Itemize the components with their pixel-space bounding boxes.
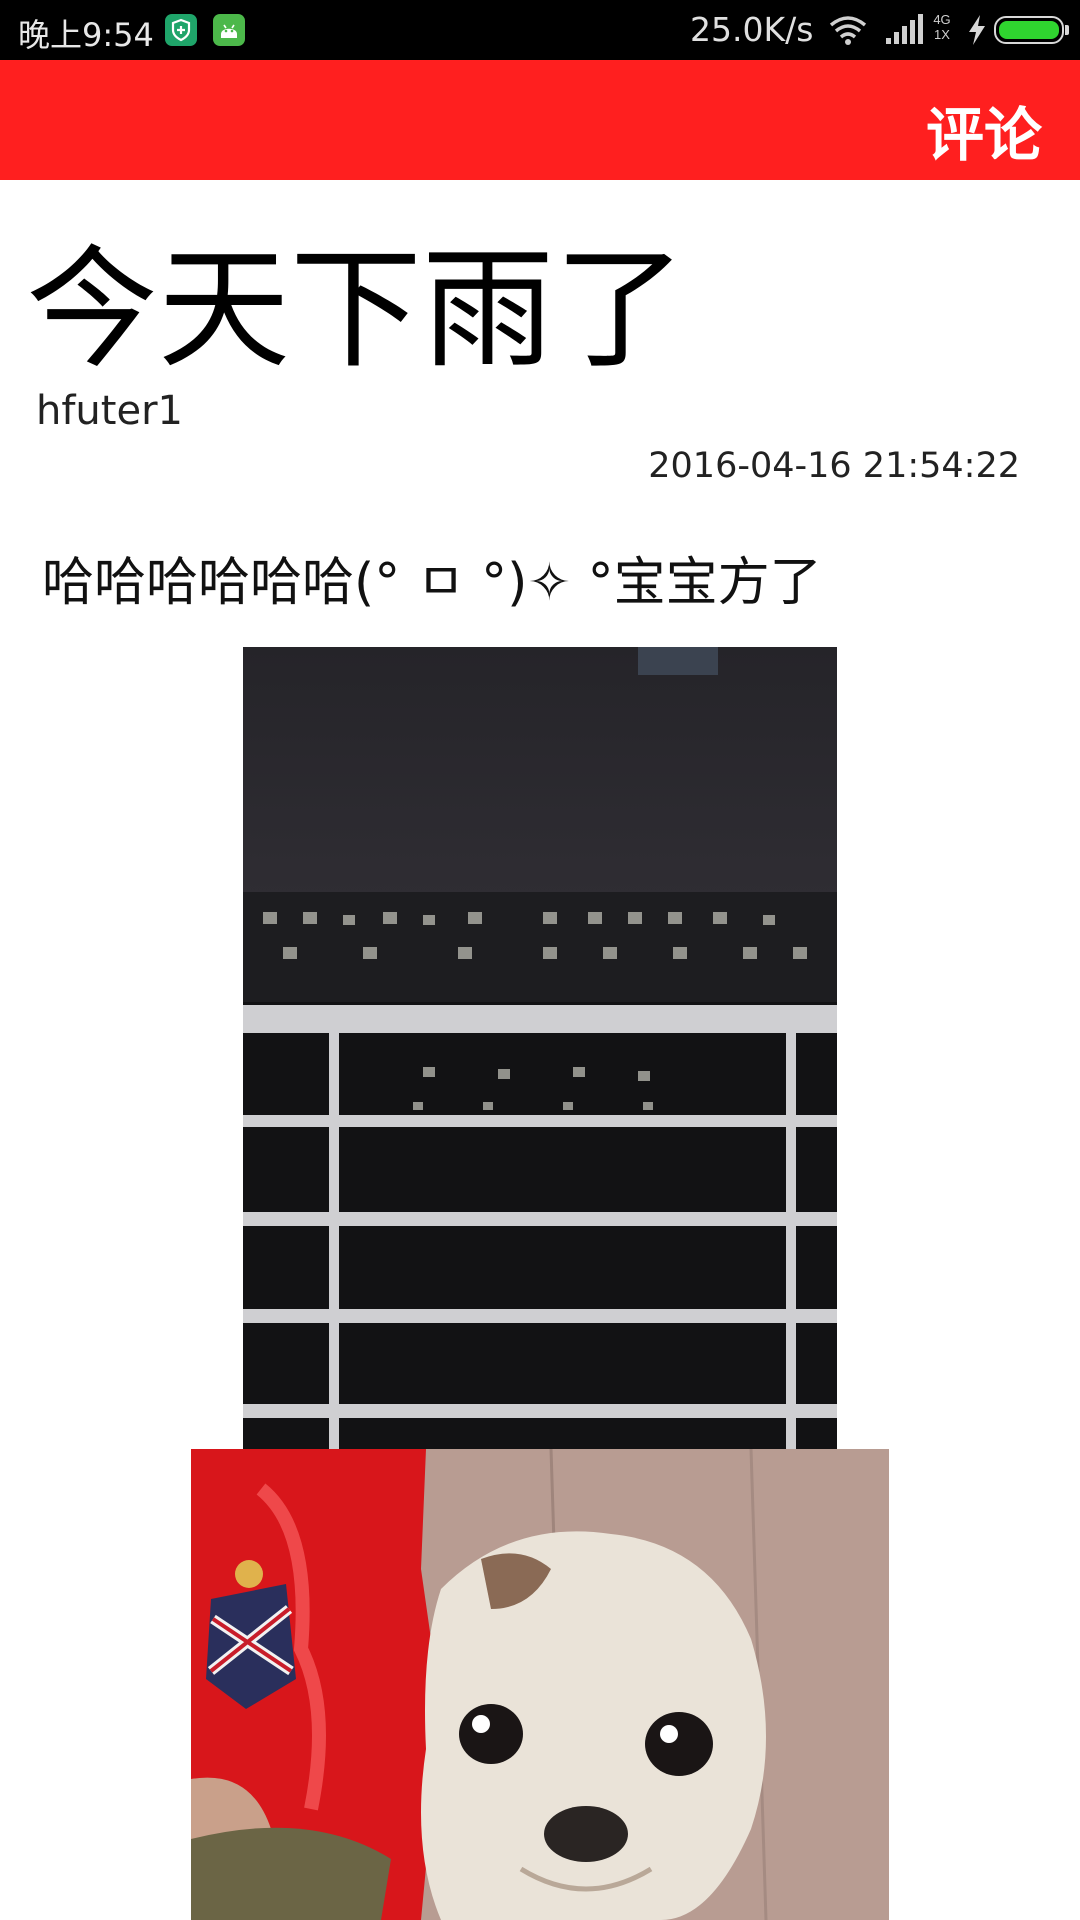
night-balcony-photo[interactable]	[243, 647, 837, 1449]
android-app-icon	[213, 14, 245, 46]
network-type: 4G 1X	[930, 12, 954, 42]
network-speed: 25.0K/s	[690, 10, 814, 49]
status-time: 晚上9:54	[18, 16, 154, 54]
charging-icon	[966, 14, 988, 46]
signal-icon	[884, 14, 924, 46]
wifi-icon	[828, 14, 868, 46]
battery-icon	[994, 16, 1069, 44]
battery-level	[999, 21, 1059, 39]
shield-app-icon	[165, 14, 197, 46]
network-type-top: 4G	[933, 12, 951, 27]
post-body: 哈哈哈哈哈哈(° ㅁ °)✧ °宝宝方了	[42, 553, 822, 613]
surprised-dog-photo[interactable]	[191, 1449, 889, 1920]
status-bar: 晚上9:54 25.0K/s 4G 1X	[0, 0, 1080, 60]
post-author[interactable]: hfuter1	[36, 388, 183, 434]
comment-button[interactable]: 评论	[926, 88, 1042, 172]
post-timestamp: 2016-04-16 21:54:22	[648, 446, 1020, 486]
app-bar: 评论	[0, 60, 1080, 180]
post-title: 今天下雨了	[26, 233, 686, 387]
network-type-bottom: 1X	[934, 27, 950, 42]
